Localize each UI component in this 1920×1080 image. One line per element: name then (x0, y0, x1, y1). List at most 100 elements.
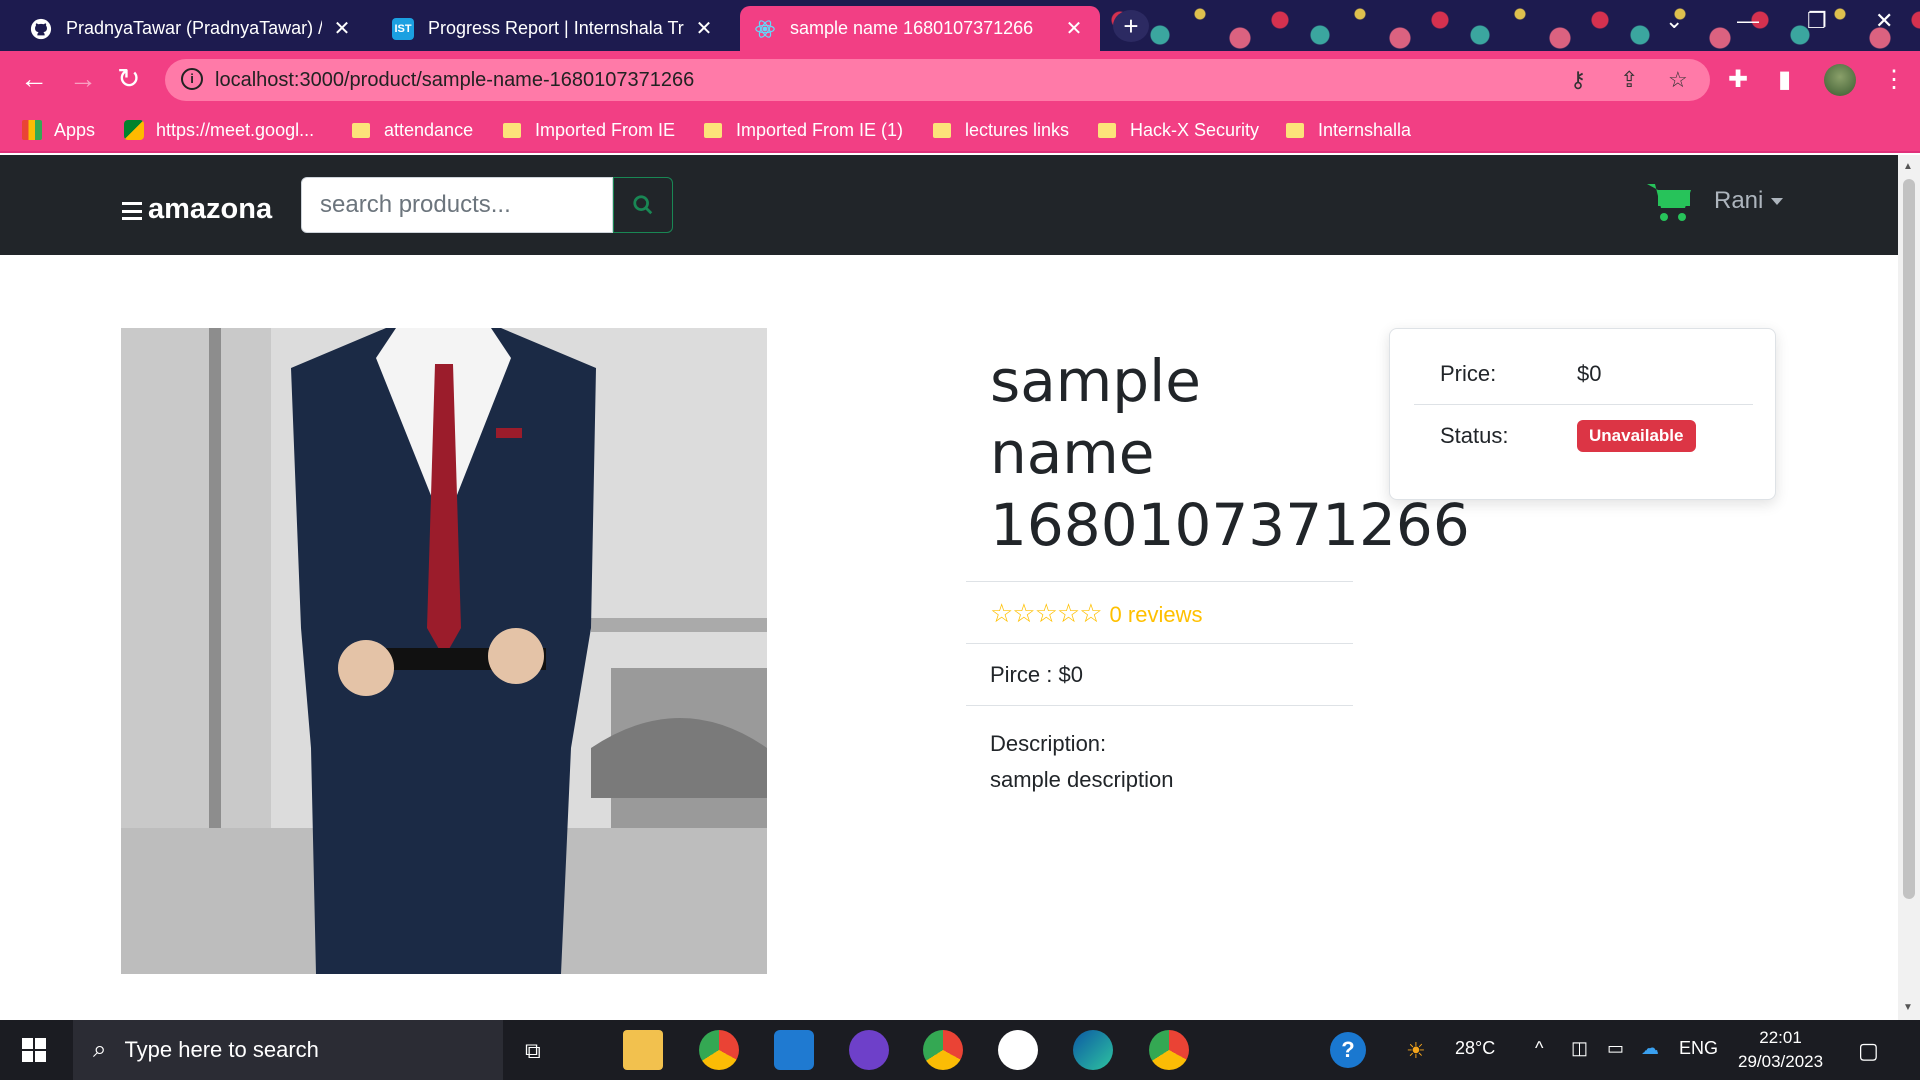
bookmark-lectures-links[interactable]: lectures links (933, 117, 1069, 143)
chevron-down-icon (1771, 198, 1784, 206)
card-price-row: Price: $0 (1414, 343, 1753, 405)
description-label: Description: (990, 731, 1107, 756)
close-icon[interactable]: ✕ (692, 16, 716, 41)
star-rating-icon: ☆☆☆☆☆ (990, 598, 1103, 628)
browser-toolbar: ← → ↻ i localhost:3000/product/sample-na… (0, 51, 1920, 108)
browser-theme-decoration (1100, 0, 1920, 51)
restore-button[interactable]: ❐ (1807, 8, 1827, 34)
folder-icon (1286, 122, 1304, 138)
bookmark-star-icon[interactable]: ☆ (1668, 67, 1688, 93)
bookmark-label: Hack-X Security (1130, 119, 1260, 140)
chevron-up-icon[interactable]: ^ (1535, 1038, 1543, 1059)
chrome-active-icon[interactable] (923, 1030, 963, 1070)
bookmark-apps[interactable]: Apps (22, 117, 95, 143)
bookmark-imported-ie-1[interactable]: Imported From IE (1) (704, 117, 903, 143)
price-row: Pirce : $0 (966, 643, 1353, 705)
taskbar-clock[interactable]: 22:01 29/03/2023 (1738, 1026, 1823, 1074)
page-scrollbar[interactable]: ▲ ▼ (1898, 155, 1920, 1020)
taskbar-search-placeholder: Type here to search (124, 1037, 319, 1062)
network-icon[interactable]: ◫ (1571, 1038, 1588, 1059)
task-view-icon[interactable]: ⧉ (525, 1038, 541, 1064)
scroll-up-arrow-icon[interactable]: ▲ (1903, 161, 1913, 172)
reviews-count: 0 reviews (1109, 602, 1203, 627)
clock-time: 22:01 (1759, 1028, 1802, 1047)
windows-start-icon[interactable] (22, 1038, 46, 1067)
bookmark-label: https://meet.googl... (156, 119, 315, 140)
taskbar-search-box[interactable]: ⌕ Type here to search (73, 1020, 503, 1080)
reload-button[interactable]: ↻ (117, 63, 140, 95)
close-icon[interactable]: ✕ (1062, 16, 1086, 41)
url-text: localhost:3000/product/sample-name-16801… (215, 69, 695, 91)
share-icon[interactable]: ⇪ (1620, 67, 1638, 93)
mongodb-compass-icon[interactable] (998, 1030, 1038, 1070)
bookmark-hackx-security[interactable]: Hack-X Security (1098, 117, 1259, 143)
github-icon (30, 18, 52, 40)
folder-icon (704, 122, 722, 138)
windows-taskbar: ⌕ Type here to search ⧉ ? ☀ 28°C ^ ◫ ▭ ☁… (0, 1020, 1920, 1080)
scroll-down-arrow-icon[interactable]: ▼ (1903, 1002, 1913, 1013)
password-key-icon[interactable]: ⚷ (1570, 67, 1586, 93)
close-window-button[interactable]: ✕ (1875, 8, 1893, 34)
brand-logo[interactable]: amazona (148, 193, 272, 226)
sidebar-toggle-icon[interactable] (122, 202, 142, 220)
battery-icon[interactable]: ▭ (1607, 1038, 1624, 1059)
status-badge: Unavailable (1577, 420, 1696, 452)
close-icon[interactable]: ✕ (330, 16, 354, 41)
bookmark-attendance[interactable]: attendance (352, 117, 473, 143)
search-input[interactable] (301, 177, 613, 233)
bookmark-label: lectures links (965, 119, 1070, 140)
search-icon: ⌕ (93, 1036, 107, 1063)
menu-kebab-icon[interactable]: ⋮ (1882, 65, 1906, 94)
language-indicator[interactable]: ENG (1679, 1038, 1718, 1059)
tab-title: Progress Report | Internshala Trai (428, 18, 684, 38)
scrollbar-thumb[interactable] (1903, 179, 1915, 899)
bookmark-imported-ie[interactable]: Imported From IE (503, 117, 675, 143)
help-icon[interactable]: ? (1330, 1032, 1366, 1068)
description-row: Description: sample description (966, 705, 1353, 812)
google-meet-icon (124, 120, 144, 140)
onedrive-icon[interactable]: ☁ (1641, 1038, 1659, 1059)
minimize-button[interactable]: — (1737, 8, 1759, 34)
bookmark-internshalla[interactable]: Internshalla (1286, 117, 1411, 143)
new-tab-button[interactable]: + (1113, 10, 1149, 42)
github-desktop-icon[interactable] (849, 1030, 889, 1070)
page-viewport: amazona Rani sample name 1680107371266 ☆… (0, 155, 1898, 1020)
back-button[interactable]: ← (20, 63, 48, 95)
bookmark-label: Apps (54, 119, 96, 140)
card-status-row: Status: Unavailable (1414, 405, 1753, 467)
product-title: sample name 1680107371266 (990, 345, 1470, 561)
extensions-icon[interactable]: ✚ (1728, 65, 1748, 94)
user-menu-dropdown[interactable]: Rani (1714, 187, 1784, 215)
rating-row: ☆☆☆☆☆ 0 reviews (966, 581, 1353, 643)
side-panel-icon[interactable]: ▮ (1778, 65, 1791, 94)
apps-grid-icon (22, 120, 42, 140)
profile-avatar[interactable] (1824, 64, 1856, 96)
chrome-icon[interactable] (699, 1030, 739, 1070)
tab-search-icon[interactable]: ⌄ (1665, 8, 1683, 34)
file-explorer-icon[interactable] (623, 1030, 663, 1070)
edge-icon[interactable] (1073, 1030, 1113, 1070)
bookmark-label: Internshalla (1318, 119, 1412, 140)
purchase-card: Price: $0 Status: Unavailable (1389, 328, 1776, 500)
product-title-line: 1680107371266 (990, 491, 1470, 559)
vscode-icon[interactable] (774, 1030, 814, 1070)
card-price-value: $0 (1577, 360, 1602, 386)
weather-temperature[interactable]: 28°C (1455, 1038, 1495, 1059)
card-price-label: Price: (1440, 360, 1497, 386)
cart-button[interactable] (1645, 180, 1693, 229)
tab-github[interactable]: PradnyaTawar (PradnyaTawar) / R ✕ (16, 6, 368, 51)
tab-internshala[interactable]: IST Progress Report | Internshala Trai ✕ (378, 6, 730, 51)
tab-title: sample name 1680107371266 (790, 18, 1034, 38)
bookmark-meet[interactable]: https://meet.googl... (124, 117, 314, 143)
forward-button[interactable]: → (69, 63, 97, 95)
weather-icon[interactable]: ☀ (1406, 1038, 1426, 1064)
search-button[interactable] (613, 177, 673, 233)
app-navbar: amazona Rani (0, 155, 1898, 255)
site-info-icon[interactable]: i (181, 68, 203, 90)
tab-product-active[interactable]: sample name 1680107371266 ✕ (740, 6, 1100, 51)
notification-icon[interactable]: ▢ (1858, 1038, 1879, 1064)
chrome-profile-icon[interactable] (1149, 1030, 1189, 1070)
address-bar[interactable]: i localhost:3000/product/sample-name-168… (165, 59, 1710, 101)
product-title-line: name (990, 419, 1155, 487)
user-name: Rani (1714, 187, 1764, 214)
